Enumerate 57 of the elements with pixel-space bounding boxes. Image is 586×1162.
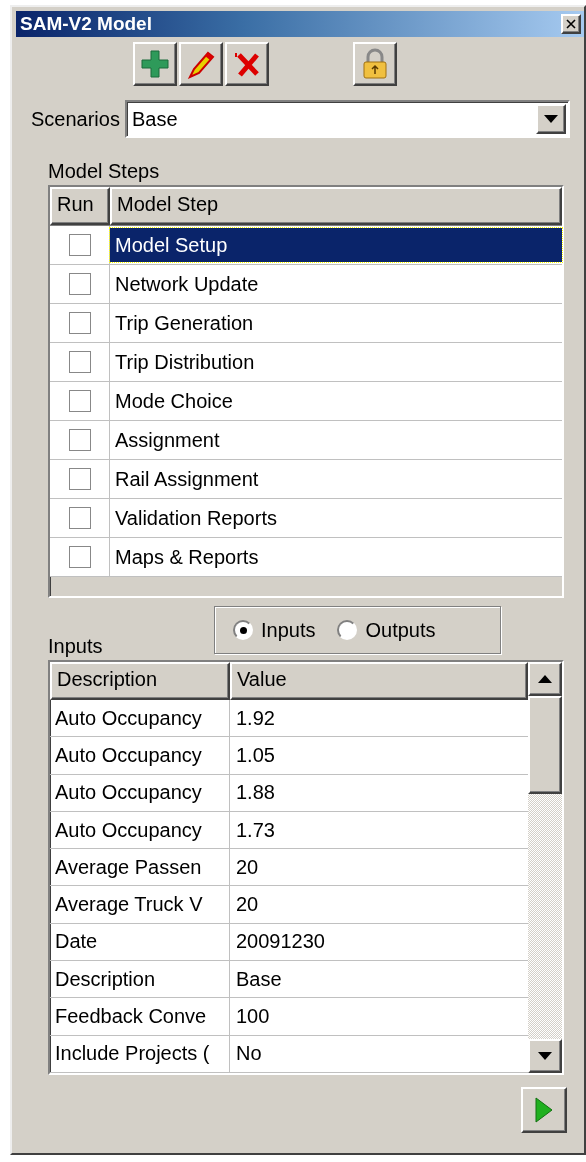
lock-button[interactable]	[353, 42, 397, 86]
table-cell-text: 1.92	[235, 706, 275, 730]
table-cell-text: 20	[235, 855, 259, 879]
run-checkbox[interactable]	[68, 429, 91, 451]
pencil-icon	[186, 49, 216, 79]
delete-button[interactable]	[225, 42, 269, 86]
table-cell: Auto Occupancy	[50, 811, 230, 849]
table-cell-text: 100	[235, 1005, 270, 1028]
run-checkbox[interactable]	[68, 507, 91, 529]
table-cell-text: 1.05	[235, 743, 275, 767]
table-cell: Include Projects (	[50, 1035, 230, 1072]
run-checkbox[interactable]	[68, 546, 91, 568]
run-checkbox[interactable]	[68, 312, 91, 334]
run-checkbox[interactable]	[68, 468, 91, 490]
scrollbar-thumb[interactable]	[528, 696, 562, 794]
table-cell-text: 1.88	[235, 781, 275, 805]
table-cell: Date	[50, 923, 230, 961]
column-header[interactable]: Model Step	[110, 187, 562, 225]
scrollbar[interactable]	[528, 662, 562, 1073]
section-label: Inputs	[48, 635, 104, 659]
table-cell-text: 20	[235, 893, 259, 917]
close-icon	[566, 19, 576, 29]
add-button[interactable]	[133, 42, 177, 86]
table-cell-text: No	[235, 1042, 262, 1066]
close-button[interactable]	[561, 14, 581, 34]
table-cell-text: Base	[235, 967, 282, 991]
column-header[interactable]: Run	[50, 187, 110, 225]
table-cell: Description	[50, 961, 230, 998]
table-cell: Auto Occupancy	[50, 737, 230, 774]
run-checkbox[interactable]	[68, 273, 91, 295]
model-step-row[interactable]: Model Setup	[110, 228, 562, 262]
run-checkbox[interactable]	[68, 234, 91, 256]
view-radio[interactable]: Outputs	[337, 618, 436, 642]
scenario-dropdown[interactable]: Base	[124, 100, 570, 138]
plus-icon	[140, 49, 170, 79]
padlock-icon	[361, 48, 389, 80]
table-cell: Average Passen	[50, 849, 230, 886]
column-header[interactable]: Description	[50, 662, 230, 700]
table-cell: Auto Occupancy	[50, 700, 230, 737]
table-cell-text: 20091230	[235, 930, 325, 954]
section-label: Model Steps	[48, 160, 161, 184]
edit-button[interactable]	[179, 42, 223, 86]
play-icon	[535, 1097, 553, 1123]
window-title: SAM-V2 Model	[20, 13, 152, 35]
view-radio[interactable]: Inputs	[233, 618, 316, 642]
scroll-up-icon	[538, 675, 552, 683]
scroll-down-icon	[538, 1052, 552, 1060]
run-button[interactable]	[521, 1087, 567, 1133]
table-cell: Feedback Conve	[50, 998, 230, 1035]
run-checkbox[interactable]	[68, 390, 91, 412]
dropdown-arrow-icon	[544, 115, 558, 123]
table-cell-text: 1.73	[235, 818, 275, 842]
table-cell: Average Truck V	[50, 886, 230, 923]
scenarios-label: Scenarios	[31, 107, 120, 131]
column-header[interactable]: Value	[230, 662, 528, 700]
table-cell: Auto Occupancy	[50, 774, 230, 811]
run-checkbox[interactable]	[68, 351, 91, 373]
